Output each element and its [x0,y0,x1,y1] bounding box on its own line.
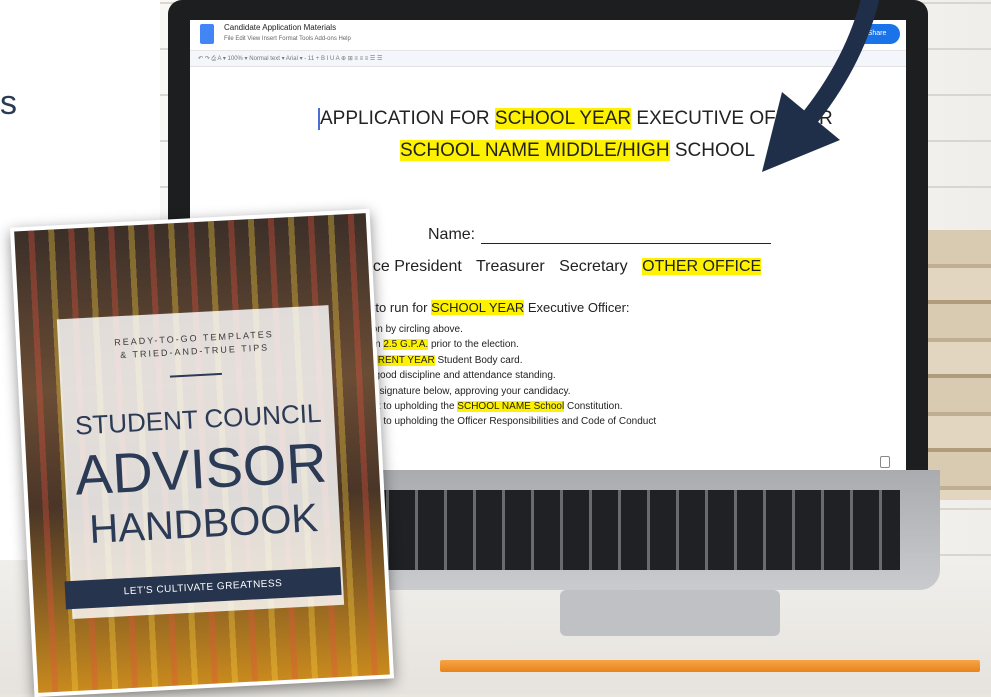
highlight-school-name: SCHOOL NAME MIDDLE/HIGH [400,140,670,161]
pencil [440,660,980,672]
requirements-heading: nents to run for SCHOOL YEAR Executive O… [340,300,630,315]
requirement-item: d commit to upholding the Officer Respon… [340,416,657,428]
requirement-item: a parent signature below, approving your… [340,385,571,397]
laptop-trackpad [560,590,780,636]
requirement-item: s a CURRENT YEAR Student Body card. [340,354,523,366]
partial-heading-text: s [0,84,17,122]
docs-menu-bar[interactable]: File Edit View Insert Format Tools Add-o… [224,36,351,42]
cover-divider [169,372,222,378]
requirement-item: d commit to upholding the SCHOOL NAME Sc… [340,401,623,413]
cover-tagline: READY-TO-GO TEMPLATES & TRIED-AND-TRUE T… [113,329,274,361]
google-docs-icon[interactable] [200,24,214,44]
office-option: Treasurer [475,258,545,275]
requirement-item: minimum 2.5 G.P.A. prior to the election… [340,339,519,351]
requirements-list: e position by circling above. minimum 2.… [340,322,656,430]
name-field: Name: [428,226,772,244]
laptop-keyboard [360,490,900,570]
pointer-arrow-icon [762,0,879,172]
handbook-cover: READY-TO-GO TEMPLATES & TRIED-AND-TRUE T… [9,208,395,697]
heading-line-2: SCHOOL NAME MIDDLE/HIGH SCHOOL [400,140,756,161]
cover-photo: READY-TO-GO TEMPLATES & TRIED-AND-TRUE T… [14,213,390,693]
explore-icon[interactable] [880,456,890,468]
office-option: Secretary [559,258,628,275]
requirement-item: e position by circling above. [340,324,463,335]
office-option-other: OTHER OFFICE [642,258,762,275]
office-options: t Vice President Treasurer Secretary OTH… [340,258,771,276]
name-blank-line [481,229,772,244]
office-option: Vice President [358,258,462,275]
requirement-item: ly be in good discipline and attendance … [340,370,556,382]
highlight-school-year: SCHOOL YEAR [494,108,632,129]
document-title[interactable]: Candidate Application Materials [224,23,336,32]
